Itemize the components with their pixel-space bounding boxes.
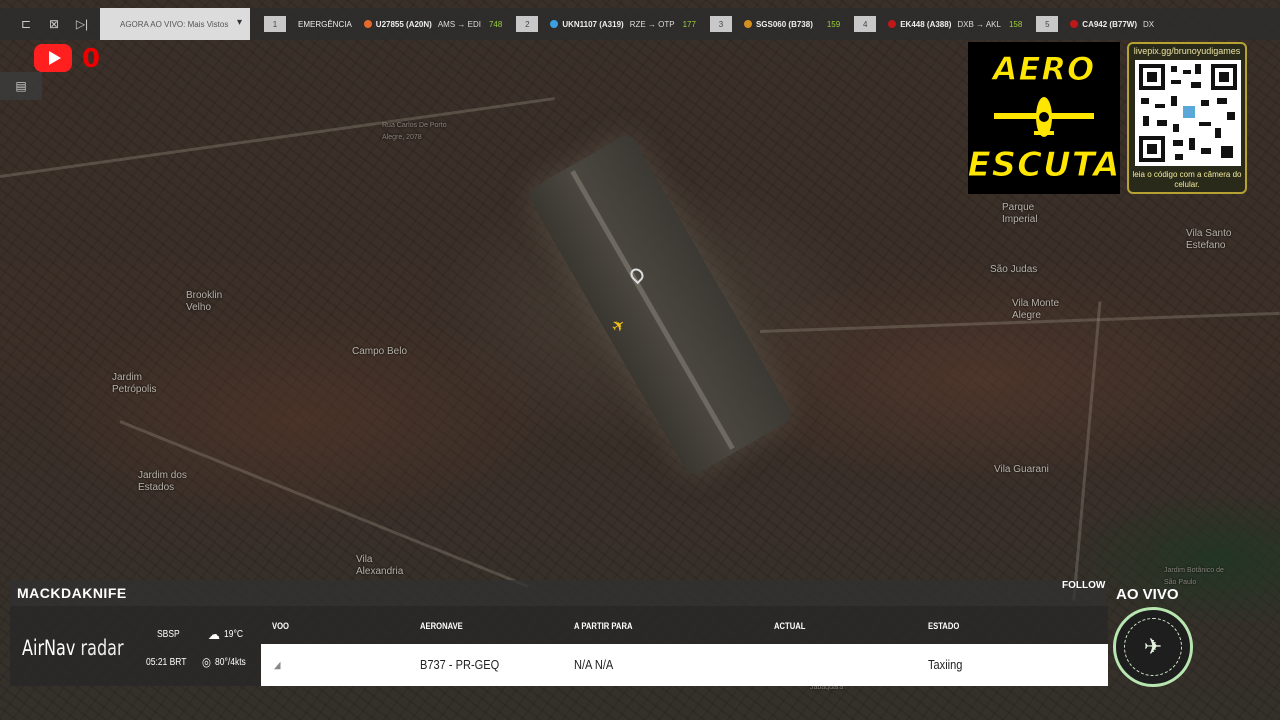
wind: 80°/4kts: [215, 657, 246, 668]
now-live-dropdown[interactable]: AGORA AO VIVO: Mais Vistos ▾: [100, 8, 250, 40]
column-header-aircraft: AERONAVE: [420, 621, 463, 631]
flight-rank: 5: [1036, 16, 1059, 32]
chevron-down-icon: ▾: [236, 17, 242, 28]
qr-code[interactable]: [1135, 60, 1241, 166]
viewer-count: 158: [1008, 19, 1023, 29]
flight-code: SGS060 (B738): [755, 19, 813, 29]
qr-caption: leia o código com a câmera do celular.: [1132, 170, 1242, 189]
flight-item[interactable]: 4 EK448 (A388) DXB → AKL 158: [854, 8, 1022, 40]
airline-icon: [363, 20, 372, 28]
flight-rank: 1: [264, 16, 286, 32]
weather-icon: ☁: [208, 626, 220, 642]
aero-escuta-logo: AERO ESCUTA: [967, 42, 1121, 194]
column-header-from-to: A PARTIR PARA: [574, 621, 633, 631]
map-label: Brooklin Velho: [186, 290, 223, 313]
youtube-count: 0: [82, 44, 101, 74]
column-header-flight: VOO: [272, 621, 290, 631]
logo-line2: ESCUTA: [967, 145, 1121, 185]
airnav-radar-logo: AirNav radar: [22, 636, 124, 660]
column-header-actual: ACTUAL: [774, 621, 806, 631]
map-label: Vila Guarani: [994, 464, 1049, 475]
brand-suffix: radar: [75, 636, 124, 660]
airline-icon: [1070, 20, 1079, 28]
skip-next-icon[interactable]: ▷|: [68, 8, 96, 40]
username: MACKDAKNIFE: [17, 585, 127, 601]
logo-line1: AERO: [992, 50, 1096, 88]
live-label: AO VIVO: [1116, 586, 1179, 603]
flight-rank: 4: [854, 16, 877, 32]
qr-code-pattern: [1139, 64, 1237, 162]
flight-item[interactable]: 5 CA942 (B77W) DX: [1036, 8, 1162, 40]
from-to-cell: N/A N/A: [574, 657, 614, 672]
flight-item[interactable]: 2 UKN1107 (A319) RZE → OTP 177: [516, 8, 696, 40]
flight-rank: 3: [709, 16, 732, 32]
flight-route: RZE → OTP: [629, 19, 675, 29]
qr-card: livepix.gg/brunoyudigames leia o código …: [1127, 42, 1247, 194]
wind-icon: ◎: [202, 655, 211, 669]
airline-icon: [743, 20, 752, 28]
airplane-badge-icon: ✈: [1124, 618, 1182, 676]
flight-route: DXB → AKL: [957, 19, 1001, 29]
emergency-label: EMERGÊNCIA: [298, 19, 352, 29]
column-header-status: ESTADO: [928, 621, 960, 631]
flight-code: CA942 (B77W): [1082, 19, 1137, 29]
temperature: 19°C: [224, 629, 243, 640]
map-label: Vila Monte Alegre: [1012, 298, 1060, 321]
airline-icon: [888, 20, 897, 28]
airline-logo-icon: ◢: [274, 660, 281, 671]
top-flight-bar: ⊏ ⊠ ▷| AGORA AO VIVO: Mais Vistos ▾ 1 EM…: [0, 8, 1280, 40]
map-label: Jardim dos Estados: [138, 470, 187, 493]
flight-code: UKN1107 (A319): [562, 19, 624, 29]
viewer-count: 748: [488, 19, 503, 29]
flight-route: AMS → EDI: [437, 19, 481, 29]
qr-url: livepix.gg/brunoyudigames: [1133, 46, 1241, 56]
flight-code: EK448 (A388): [900, 19, 952, 29]
flight-item[interactable]: 1 EMERGÊNCIA U27855 (A20N) AMS → EDI 748: [264, 8, 502, 40]
channel-badge: ✈: [1113, 607, 1193, 687]
follow-button[interactable]: FOLLOW: [1062, 580, 1105, 591]
status-cell: Taxiing: [928, 657, 963, 672]
airport-code: SBSP: [157, 629, 180, 640]
map-label: Campo Belo: [352, 346, 408, 357]
flight-row[interactable]: [261, 644, 1108, 686]
flight-item[interactable]: 3 SGS060 (B738) 159: [709, 8, 841, 40]
now-live-label: AGORA AO VIVO: Mais Vistos: [120, 19, 229, 29]
map-label: Parque Imperial: [1002, 202, 1038, 225]
youtube-icon[interactable]: [34, 44, 72, 72]
viewer-count: 177: [682, 19, 696, 29]
airplane-icon: [994, 97, 1094, 137]
airline-icon: [550, 20, 559, 28]
layers-icon[interactable]: ▤: [0, 72, 42, 100]
map-label: Vila Alexandria: [356, 554, 404, 577]
flight-code: U27855 (A20N): [375, 19, 432, 29]
aircraft-cell: B737 - PR-GEQ: [420, 657, 500, 672]
local-time: 05:21 BRT: [146, 657, 187, 668]
collapse-panel-icon[interactable]: ⊏: [12, 8, 40, 40]
callsign-bar: MACKDAKNIFE: [10, 580, 1106, 606]
flight-rank: 2: [516, 16, 539, 32]
map-label: Rua Carlos De Porto Alegre, 2078: [382, 122, 447, 141]
brand-name: AirNav: [22, 636, 76, 660]
close-panel-icon[interactable]: ⊠: [40, 8, 68, 40]
map-label: Vila Santo Estefano: [1186, 228, 1232, 251]
flight-route: DX: [1142, 19, 1155, 29]
viewer-count: 159: [826, 19, 841, 29]
map-label: Jardim Petrópolis: [112, 372, 157, 395]
map-label: São Judas: [990, 264, 1038, 275]
